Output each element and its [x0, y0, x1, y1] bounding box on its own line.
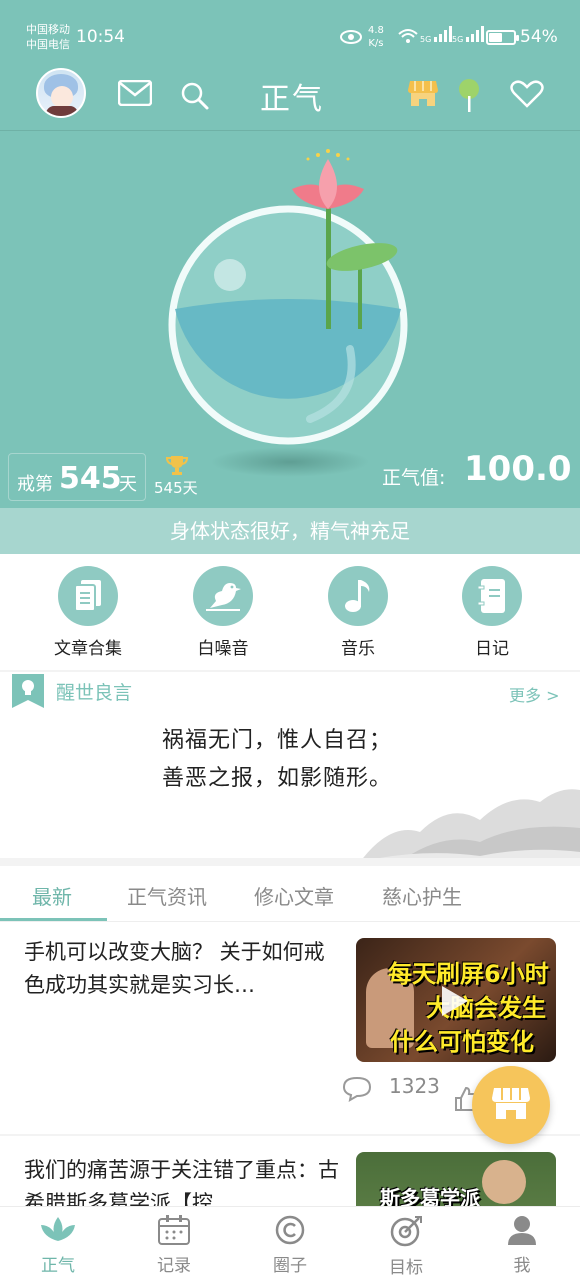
article-title[interactable]: 我们的痛苦源于关注错了重点：古希腊斯多葛学派【控	[24, 1154, 344, 1206]
quote-more-link[interactable]: 更多 >	[509, 682, 560, 706]
nav-item-zhengqi[interactable]: 正气	[8, 1215, 108, 1276]
article-thumbnail[interactable]: 每天刷屏6小时 大脑会发生 什么可怕变化	[356, 938, 556, 1062]
search-icon[interactable]	[180, 81, 210, 115]
comment-count: 1323	[389, 1074, 440, 1098]
nav-label: 记录	[157, 1256, 191, 1276]
network-speed: 4.8 K/s	[368, 24, 384, 50]
carrier-info: 中国移动 中国电信	[26, 22, 70, 52]
battery-icon	[486, 30, 519, 45]
carrier-1: 中国移动	[26, 23, 70, 36]
tab-articles[interactable]: 修心文章	[254, 881, 334, 910]
quick-action-label: 音乐	[341, 639, 375, 659]
tab-latest[interactable]: 最新	[32, 881, 72, 910]
nav-label: 正气	[41, 1256, 75, 1276]
article-tabs: 最新 正气资讯 修心文章 慈心护生	[0, 866, 580, 922]
speed-value: 4.8	[368, 25, 384, 36]
mail-icon[interactable]	[117, 79, 153, 110]
trophy-icon	[165, 455, 189, 479]
person-icon	[506, 1216, 538, 1249]
thumb-text-3: 什么可怕变化	[390, 1028, 534, 1056]
quote-line-1: 祸福无门，惟人自召；	[162, 728, 393, 753]
quick-action-white-noise[interactable]: 白噪音	[163, 566, 283, 659]
music-note-icon	[328, 566, 388, 626]
quote-section: 醒世良言 更多 > 祸福无门，惟人自召； 善恶之报，如影随形。	[0, 672, 580, 858]
clock: 10:54	[76, 27, 125, 47]
signal-icon-2: 5G	[452, 26, 484, 44]
tab-news[interactable]: 正气资讯	[127, 881, 207, 910]
target-icon	[389, 1216, 423, 1251]
carrier-2: 中国电信	[26, 38, 70, 51]
nav-label: 圈子	[273, 1256, 307, 1276]
quick-action-music[interactable]: 音乐	[298, 566, 418, 659]
wifi-icon	[398, 28, 418, 48]
thumb-text-1: 斯多葛学派	[380, 1186, 480, 1206]
calendar-icon	[158, 1215, 190, 1249]
shop-fab-button[interactable]	[472, 1066, 550, 1144]
quick-action-label: 白噪音	[197, 639, 249, 659]
quick-action-label: 日记	[475, 639, 509, 659]
nav-label: 目标	[389, 1258, 423, 1278]
nav-label: 我	[513, 1256, 531, 1276]
qi-label: 正气值:	[382, 467, 446, 489]
streak-suffix: 天	[119, 474, 137, 495]
page-title: 正气	[260, 82, 324, 117]
hero-panel: 戒第 545 天 545天 正气值: 100.0	[0, 130, 580, 508]
documents-icon	[58, 566, 118, 626]
notebook-icon	[462, 566, 522, 626]
bottom-nav: 正气 记录 圈子 目标 我	[0, 1206, 580, 1282]
battery-fill	[489, 33, 502, 42]
quick-action-label: 文章合集	[54, 639, 122, 659]
heart-icon[interactable]	[510, 80, 544, 112]
tab-underline	[0, 918, 107, 921]
tree-icon[interactable]	[458, 78, 480, 116]
ink-mountains-decoration	[363, 789, 580, 858]
quote-line-2: 善恶之报，如影随形。	[162, 766, 393, 791]
nav-item-circle[interactable]: 圈子	[240, 1215, 340, 1276]
health-status-text: 身体状态很好，精气神充足	[0, 508, 580, 554]
article-thumbnail[interactable]: 斯多葛学派	[356, 1152, 556, 1206]
speed-unit: K/s	[368, 38, 384, 49]
play-icon	[440, 984, 470, 1022]
article-title[interactable]: 手机可以改变大脑？ 关于如何戒色成功其实就是实习长…	[24, 936, 344, 1002]
nav-item-records[interactable]: 记录	[124, 1215, 224, 1276]
app-header: 正气	[0, 62, 580, 130]
bird-icon	[193, 566, 253, 626]
trophy-days: 545天	[154, 479, 198, 497]
quote-title: 醒世良言	[56, 682, 133, 704]
shop-icon	[491, 1084, 531, 1126]
tab-care[interactable]: 慈心护生	[382, 881, 462, 910]
eye-icon	[340, 29, 362, 49]
nav-item-goals[interactable]: 目标	[356, 1215, 456, 1278]
circle-icon	[274, 1215, 306, 1249]
shop-icon[interactable]	[407, 77, 439, 113]
signal-icon-1: 5G	[420, 26, 452, 44]
quick-actions: 文章合集 白噪音 音乐 日记	[0, 554, 580, 670]
comment-icon[interactable]	[342, 1076, 372, 1106]
qi-value: 100.0	[464, 449, 572, 489]
status-bar: 中国移动 中国电信 10:54 4.8 K/s 5G 5G 54%	[0, 0, 580, 62]
nav-item-me[interactable]: 我	[472, 1215, 572, 1276]
streak-days: 545	[59, 461, 122, 496]
streak-days-box[interactable]: 戒第 545 天	[8, 453, 146, 501]
lotus-icon	[39, 1217, 77, 1249]
quick-action-articles[interactable]: 文章合集	[28, 566, 148, 659]
quick-action-diary[interactable]: 日记	[432, 566, 552, 659]
article-item[interactable]: 我们的痛苦源于关注错了重点：古希腊斯多葛学派【控 斯多葛学派	[0, 1136, 580, 1206]
bulb-bookmark-icon	[12, 674, 44, 714]
lotus-bowl-illustration[interactable]	[150, 149, 420, 449]
streak-prefix: 戒第	[17, 474, 53, 495]
battery-percent: 54%	[520, 27, 558, 47]
avatar[interactable]	[36, 68, 86, 118]
